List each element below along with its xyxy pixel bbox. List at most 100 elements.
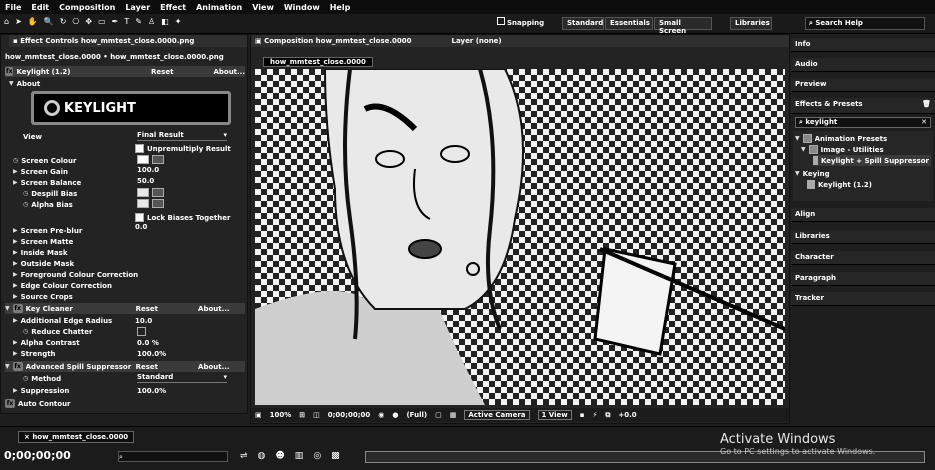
motion-blur-icon[interactable]: ◎ [313,451,321,461]
mask-icon[interactable]: ◫ [313,411,320,419]
param-screen-gain[interactable]: ▶ Screen Gain [13,166,68,177]
colour-swatch[interactable] [137,199,149,208]
camera-tool-icon[interactable]: ⎔ [72,17,79,30]
expand-triangle-icon[interactable]: ▶ [13,179,18,186]
eyedropper-icon[interactable] [152,199,164,208]
menu-item-composition[interactable]: Composition [54,3,120,12]
group-outside-mask[interactable]: ▶ Outside Mask [13,258,74,269]
expand-triangle-icon[interactable]: ▼ [9,80,14,87]
trash-icon[interactable]: 🗑 [922,100,931,108]
workspace-libraries[interactable]: Libraries [730,17,772,30]
expand-triangle-icon[interactable]: ▼ [795,170,800,177]
tree-item-keylight[interactable]: Keylight (1.2) [807,179,872,190]
about-link[interactable]: About... [198,305,230,313]
flowchart-icon[interactable]: ⧉ [605,411,610,420]
zoom-tool-icon[interactable]: 🔍 [44,17,54,30]
expand-triangle-icon[interactable]: ▶ [13,339,18,346]
workspace-essentials[interactable]: Essentials [605,17,653,30]
draft-3d-icon[interactable]: ◍ [258,451,266,461]
expand-triangle-icon[interactable]: ▶ [13,227,18,234]
pen-tool-icon[interactable]: ✒ [112,17,119,30]
expand-triangle-icon[interactable]: ▶ [13,260,18,267]
method-dropdown[interactable]: Standard ▾ [137,373,227,383]
hide-shy-layers-icon[interactable]: ☻ [275,451,284,461]
checkbox-icon[interactable] [137,327,146,336]
param-reduce-chatter[interactable]: ◷ Reduce Chatter [23,326,92,337]
always-preview-icon[interactable]: ▣ [255,411,262,419]
magnification-dropdown[interactable]: 100% [270,411,292,419]
show-channel-icon[interactable]: ● [392,411,398,419]
strength-value[interactable]: 100.0% [137,350,166,358]
views-dropdown[interactable]: 1 View [537,410,572,420]
reduce-chatter-checkbox[interactable] [137,327,149,338]
timeline-timecode[interactable]: 0;00;00;00 [4,449,71,462]
param-screen-colour[interactable]: ◷ Screen Colour [13,155,76,166]
frame-blending-icon[interactable]: ▥ [295,451,304,461]
workspace-small-screen[interactable]: Small Screen [654,17,712,35]
fx-icon[interactable]: fx [5,399,15,408]
info-panel-header[interactable]: Info [791,38,935,52]
reset-link[interactable]: Reset [136,305,158,313]
reset-link[interactable]: Reset [151,68,173,76]
param-screen-balance[interactable]: ▶ Screen Balance [13,177,81,188]
graph-editor-icon[interactable]: ▩ [331,451,340,461]
param-method[interactable]: ◷ Method [23,373,61,384]
timeline-search-field[interactable]: ⌕ [118,451,228,462]
menu-item-animation[interactable]: Animation [191,3,247,12]
about-section[interactable]: ▼ About [9,78,40,89]
alpha-contrast-value[interactable]: 0.0 % [137,339,159,347]
about-link[interactable]: About... [198,363,230,371]
snapshot-icon[interactable]: ◉ [378,411,384,419]
param-alpha-bias[interactable]: ◷ Alpha Bias [23,199,73,210]
fx-icon[interactable]: fx [12,304,23,313]
alpha-bias-swatch[interactable] [137,199,167,210]
brush-tool-icon[interactable]: ✎ [135,17,142,30]
menu-item-help[interactable]: Help [325,3,356,12]
timeline-tab[interactable]: × how_mmtest_close.0000 [18,431,135,443]
audio-panel-header[interactable]: Audio [791,58,935,72]
composition-tab[interactable]: ▣ Composition how_mmtest_close.0000 [255,37,412,45]
checkbox-icon[interactable] [135,144,144,153]
tree-item-keylight-spill-preset[interactable]: Keylight + Spill Suppressor [813,155,931,166]
composition-viewer[interactable] [255,69,785,405]
stopwatch-icon[interactable]: ◷ [23,190,28,197]
selection-tool-icon[interactable]: ➤ [15,17,22,30]
stopwatch-icon[interactable]: ◷ [23,328,28,335]
expand-triangle-icon[interactable]: ▶ [13,238,18,245]
menu-item-view[interactable]: View [247,3,279,12]
composition-mini-flowchart-icon[interactable]: ⇌ [240,451,248,461]
camera-dropdown[interactable]: Active Camera [464,410,530,420]
expand-triangle-icon[interactable]: ▶ [13,317,18,324]
character-panel-header[interactable]: Character [791,251,935,265]
tree-item-keying[interactable]: ▼ Keying [795,168,830,179]
expand-triangle-icon[interactable]: ▶ [13,293,18,300]
expand-triangle-icon[interactable]: ▶ [13,282,18,289]
expand-triangle-icon[interactable]: ▶ [13,168,18,175]
about-link[interactable]: About... [213,68,245,76]
colour-swatch[interactable] [137,155,149,164]
expand-triangle-icon[interactable]: ▶ [13,387,18,394]
menu-item-file[interactable]: File [0,3,26,12]
auto-contour-row[interactable]: fx Auto Contour [5,398,71,409]
effect-controls-tab[interactable]: ▪ Effect Controls how_mmtest_close.0000.… [9,35,247,47]
search-help-field[interactable]: ⌕ Search Help [805,17,925,30]
param-suppression[interactable]: ▶ Suppression [13,385,69,396]
rotate-tool-icon[interactable]: ↻ [60,17,67,30]
region-of-interest-icon[interactable]: ▢ [435,411,442,419]
param-despill-bias[interactable]: ◷ Despill Bias [23,188,77,199]
transparency-grid-icon[interactable]: ▦ [450,411,457,419]
menu-item-edit[interactable]: Edit [26,3,54,12]
stamp-tool-icon[interactable]: ♙ [148,17,155,30]
paragraph-panel-header[interactable]: Paragraph [791,272,935,286]
type-tool-icon[interactable]: T [124,17,129,30]
screen-balance-value[interactable]: 50.0 [137,177,154,185]
unpremultiply-checkbox[interactable]: Unpremultiply Result [135,143,231,154]
tracker-panel-header[interactable]: Tracker [791,292,935,306]
comp-sub-tab[interactable]: how_mmtest_close.0000 [263,57,373,67]
additional-edge-radius-value[interactable]: 10.0 [135,317,152,325]
spill-suppressor-header[interactable]: ▼ fx Advanced Spill Suppressor Reset Abou… [5,361,245,372]
exposure-value[interactable]: +0.0 [618,411,636,419]
menu-item-layer[interactable]: Layer [120,3,155,12]
param-strength[interactable]: ▶ Strength [13,348,56,359]
group-edge-colour-correction[interactable]: ▶ Edge Colour Correction [13,280,112,291]
